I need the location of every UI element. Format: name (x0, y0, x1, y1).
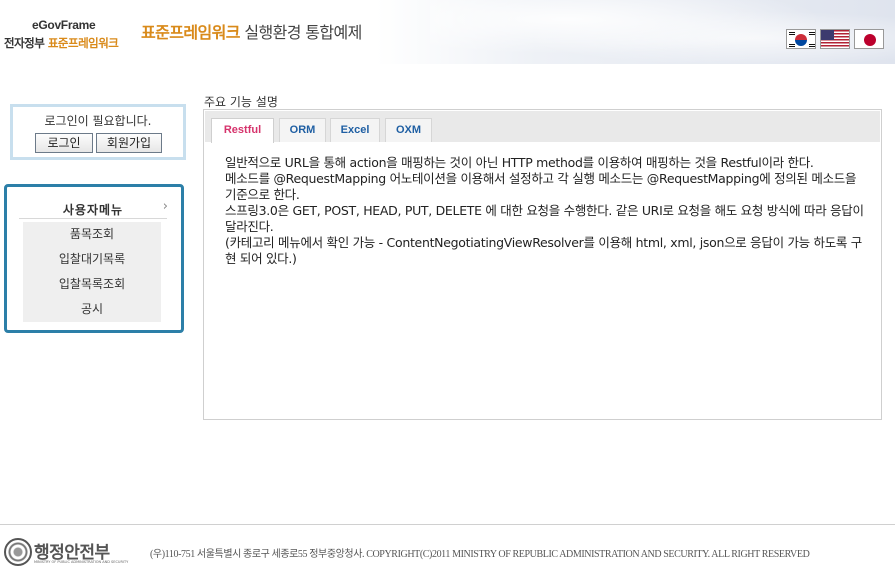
japan-flag-icon[interactable] (854, 29, 884, 49)
site-title: 표준프레임워크 실행환경 통합예제 (141, 19, 362, 43)
content-paragraph: 일반적으로 URL을 통해 action을 매핑하는 것이 아닌 HTTP me… (225, 155, 814, 170)
tab-orm[interactable]: ORM (279, 118, 326, 142)
content-paragraph: 스프링3.0은 GET, POST, HEAD, PUT, DELETE 에 대… (225, 203, 864, 234)
content-paragraph: 메소드를 @RequestMapping 어노테이션을 이용해서 설정하고 각 … (225, 171, 857, 202)
menu-item-announcement[interactable]: 공시 (23, 297, 161, 322)
ministry-name-english: MINISTRY OF PUBLIC ADMINISTRATION AND SE… (34, 560, 129, 564)
tab-excel[interactable]: Excel (330, 118, 380, 142)
logo-bottom-plain: 전자정부 (4, 36, 48, 50)
korea-flag-icon[interactable] (786, 29, 816, 49)
copyright-text: (우)110-751 서울특별시 종로구 세종로55 정부중앙청사. COPYR… (150, 549, 810, 560)
signup-button[interactable]: 회원가입 (96, 133, 162, 153)
divider (19, 218, 167, 219)
user-menu-title[interactable]: 사용자메뉴 › (19, 199, 169, 217)
tab-restful[interactable]: Restful (211, 118, 274, 143)
language-selector (786, 29, 884, 49)
chevron-right-icon: › (162, 199, 169, 214)
egovframe-logo[interactable]: eGovFrame 전자정부 표준프레임워크 (4, 18, 124, 52)
site-title-rest: 실행환경 통합예제 (239, 23, 362, 42)
site-title-accent: 표준프레임워크 (141, 23, 240, 42)
header: eGovFrame 전자정부 표준프레임워크 표준프레임워크 실행환경 통합예제 (0, 0, 895, 64)
login-required-message: 로그인이 필요합니다. (44, 114, 152, 128)
menu-item-item-search[interactable]: 품목조회 (23, 222, 161, 247)
logo-bottom-accent: 표준프레임워크 (47, 36, 119, 50)
ministry-logo: 행정안전부 MINISTRY OF PUBLIC ADMINISTRATION … (4, 538, 128, 568)
usa-flag-icon[interactable] (820, 29, 850, 49)
tab-bar: Restful ORM Excel OXM (205, 111, 880, 143)
feature-panel: Restful ORM Excel OXM 일반적으로 URL을 통해 acti… (203, 109, 882, 420)
user-menu-list: 품목조회 입찰대기목록 입찰목록조회 공시 (23, 222, 161, 322)
user-menu: 사용자메뉴 › 품목조회 입찰대기목록 입찰목록조회 공시 (4, 184, 184, 333)
footer-divider (0, 524, 895, 525)
content-paragraph: (카테고리 메뉴에서 확인 가능 - ContentNegotiatingVie… (225, 235, 863, 266)
section-title: 주요 기능 설명 (204, 95, 278, 109)
login-button[interactable]: 로그인 (35, 133, 93, 153)
user-menu-title-label: 사용자메뉴 (62, 203, 124, 217)
menu-item-bid-waiting-list[interactable]: 입찰대기목록 (23, 247, 161, 272)
tab-content: 일반적으로 URL을 통해 action을 매핑하는 것이 아닌 HTTP me… (225, 155, 865, 267)
ministry-emblem-icon (4, 538, 32, 566)
logo-bottom-text: 전자정부 표준프레임워크 (4, 35, 119, 51)
logo-top-text: eGovFrame (32, 18, 96, 32)
menu-item-bid-list-search[interactable]: 입찰목록조회 (23, 272, 161, 297)
tab-oxm[interactable]: OXM (385, 118, 432, 142)
login-box: 로그인이 필요합니다. 로그인 회원가입 (10, 104, 186, 160)
